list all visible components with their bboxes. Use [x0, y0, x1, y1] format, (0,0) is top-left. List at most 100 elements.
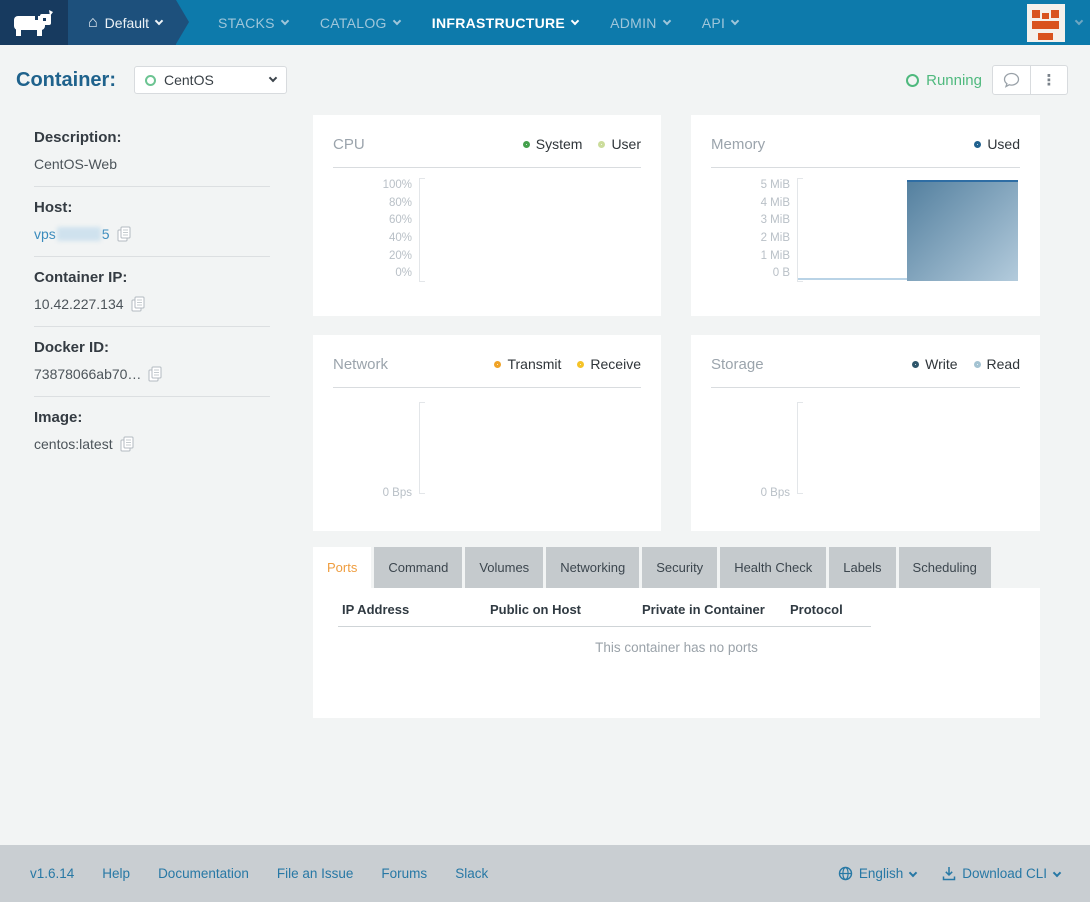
nav-label: STACKS — [218, 15, 275, 31]
divider — [711, 387, 1020, 388]
footer-link-help[interactable]: Help — [102, 866, 130, 881]
legend-receive[interactable]: Receive — [577, 356, 641, 372]
tab-command[interactable]: Command — [374, 547, 462, 588]
legend-label: Receive — [590, 356, 641, 372]
container-state-icon — [145, 75, 156, 86]
legend-read[interactable]: Read — [974, 356, 1020, 372]
legend-system[interactable]: System — [523, 136, 583, 152]
download-cli-menu[interactable]: Download CLI — [942, 866, 1060, 881]
empty-ports-message: This container has no ports — [313, 640, 1040, 655]
chevron-down-icon[interactable] — [1075, 16, 1083, 24]
user-avatar-identicon[interactable] — [1027, 4, 1065, 42]
tab-volumes[interactable]: Volumes — [465, 547, 543, 588]
environment-selector[interactable]: ⌂ Default — [68, 0, 176, 45]
cpu-plot-area — [420, 178, 641, 282]
copy-button[interactable] — [148, 366, 162, 382]
legend-used[interactable]: Used — [974, 136, 1020, 152]
copy-button[interactable] — [131, 296, 145, 312]
memory-card: Memory Used 5 MiB4 MiB 3 MiB2 MiB 1 MiB0… — [691, 115, 1040, 316]
cpu-chart-title: CPU — [333, 136, 365, 153]
nav-item-api[interactable]: API — [702, 15, 738, 31]
transmit-legend-ring-icon — [494, 361, 501, 368]
tab-scheduling[interactable]: Scheduling — [899, 547, 991, 588]
network-plot-area — [420, 400, 641, 504]
language-selector[interactable]: English — [838, 866, 916, 881]
tab-ports[interactable]: Ports — [313, 547, 371, 588]
legend-label: Write — [925, 356, 957, 372]
container-ip-label: Container IP: — [34, 269, 270, 286]
redacted-text — [57, 227, 101, 241]
nav-item-catalog[interactable]: CATALOG — [320, 15, 400, 31]
chevron-down-icon — [571, 16, 579, 24]
tab-labels[interactable]: Labels — [829, 547, 895, 588]
legend-label: User — [611, 136, 641, 152]
tab-health-check[interactable]: Health Check — [720, 547, 826, 588]
legend-transmit[interactable]: Transmit — [494, 356, 561, 372]
footer-link-file-an-issue[interactable]: File an Issue — [277, 866, 354, 881]
download-icon — [942, 866, 956, 881]
description-value: CentOS-Web — [34, 156, 270, 172]
chevron-down-icon — [393, 16, 401, 24]
footer: v1.6.14 Help Documentation File an Issue… — [0, 845, 1090, 902]
cpu-chart: 100%80% 60%40% 20%0% — [333, 180, 641, 282]
nav-label: API — [702, 15, 725, 31]
nav-links: STACKS CATALOG INFRASTRUCTURE ADMIN API — [202, 0, 754, 45]
col-public-on-host: Public on Host — [486, 602, 638, 617]
ports-table: IP Address Public on Host Private in Con… — [338, 602, 871, 627]
divider — [34, 186, 270, 187]
user-legend-ring-icon — [598, 141, 605, 148]
legend-label: System — [536, 136, 583, 152]
nav-item-admin[interactable]: ADMIN — [610, 15, 670, 31]
network-card: Network Transmit Receive — [313, 335, 661, 531]
memory-chart: 5 MiB4 MiB 3 MiB2 MiB 1 MiB0 B — [711, 180, 1020, 282]
copy-button[interactable] — [117, 226, 131, 242]
clipboard-copy-icon — [120, 436, 134, 452]
legend-label: Read — [987, 356, 1020, 372]
legend-label: Transmit — [507, 356, 561, 372]
nav-item-stacks[interactable]: STACKS — [218, 15, 288, 31]
col-ip-address: IP Address — [338, 602, 486, 617]
nav-right — [1027, 0, 1090, 45]
chart-cards: CPU System User 10 — [313, 115, 1040, 531]
chevron-down-icon — [155, 16, 163, 24]
footer-link-slack[interactable]: Slack — [455, 866, 488, 881]
container-select[interactable]: CentOS — [134, 66, 287, 94]
docker-id-value: 73878066ab70… — [34, 366, 141, 382]
memory-chart-title: Memory — [711, 136, 765, 153]
tab-security[interactable]: Security — [642, 547, 717, 588]
detail-tabs: Ports Command Volumes Networking Securit… — [313, 547, 1040, 588]
storage-y-axis-labels: 0 Bps — [711, 402, 797, 494]
action-button-group: ⋮ — [992, 65, 1068, 95]
chevron-down-icon — [1053, 868, 1061, 876]
legend-user[interactable]: User — [598, 136, 641, 152]
docker-id-label: Docker ID: — [34, 339, 270, 356]
clipboard-copy-icon — [131, 296, 145, 312]
legend-label: Used — [987, 136, 1020, 152]
chevron-down-icon — [662, 16, 670, 24]
copy-button[interactable] — [120, 436, 134, 452]
divider — [34, 326, 270, 327]
page-header: Container: CentOS Running ⋮ — [0, 45, 1090, 115]
detail-sidebar: Description: CentOS-Web Host: vps5 Conta… — [34, 115, 270, 718]
env-arrow-shape — [176, 0, 189, 44]
nav-item-infrastructure[interactable]: INFRASTRUCTURE — [432, 15, 578, 31]
version-label: v1.6.14 — [30, 866, 74, 881]
divider — [711, 167, 1020, 168]
footer-link-forums[interactable]: Forums — [381, 866, 427, 881]
main-panel: CPU System User 10 — [313, 115, 1040, 718]
host-link[interactable]: vps5 — [34, 226, 110, 242]
content: Description: CentOS-Web Host: vps5 Conta… — [0, 115, 1090, 718]
memory-y-axis-labels: 5 MiB4 MiB 3 MiB2 MiB 1 MiB0 B — [711, 180, 797, 280]
console-button[interactable] — [993, 66, 1030, 94]
divider — [333, 387, 641, 388]
used-legend-ring-icon — [974, 141, 981, 148]
image-value: centos:latest — [34, 436, 113, 452]
cpu-y-axis-labels: 100%80% 60%40% 20%0% — [333, 180, 419, 280]
legend-write[interactable]: Write — [912, 356, 957, 372]
system-legend-ring-icon — [523, 141, 530, 148]
footer-link-documentation[interactable]: Documentation — [158, 866, 249, 881]
tab-networking[interactable]: Networking — [546, 547, 639, 588]
status-label: Running — [926, 72, 982, 89]
more-actions-button[interactable]: ⋮ — [1030, 66, 1067, 94]
rancher-logo[interactable] — [0, 0, 68, 45]
